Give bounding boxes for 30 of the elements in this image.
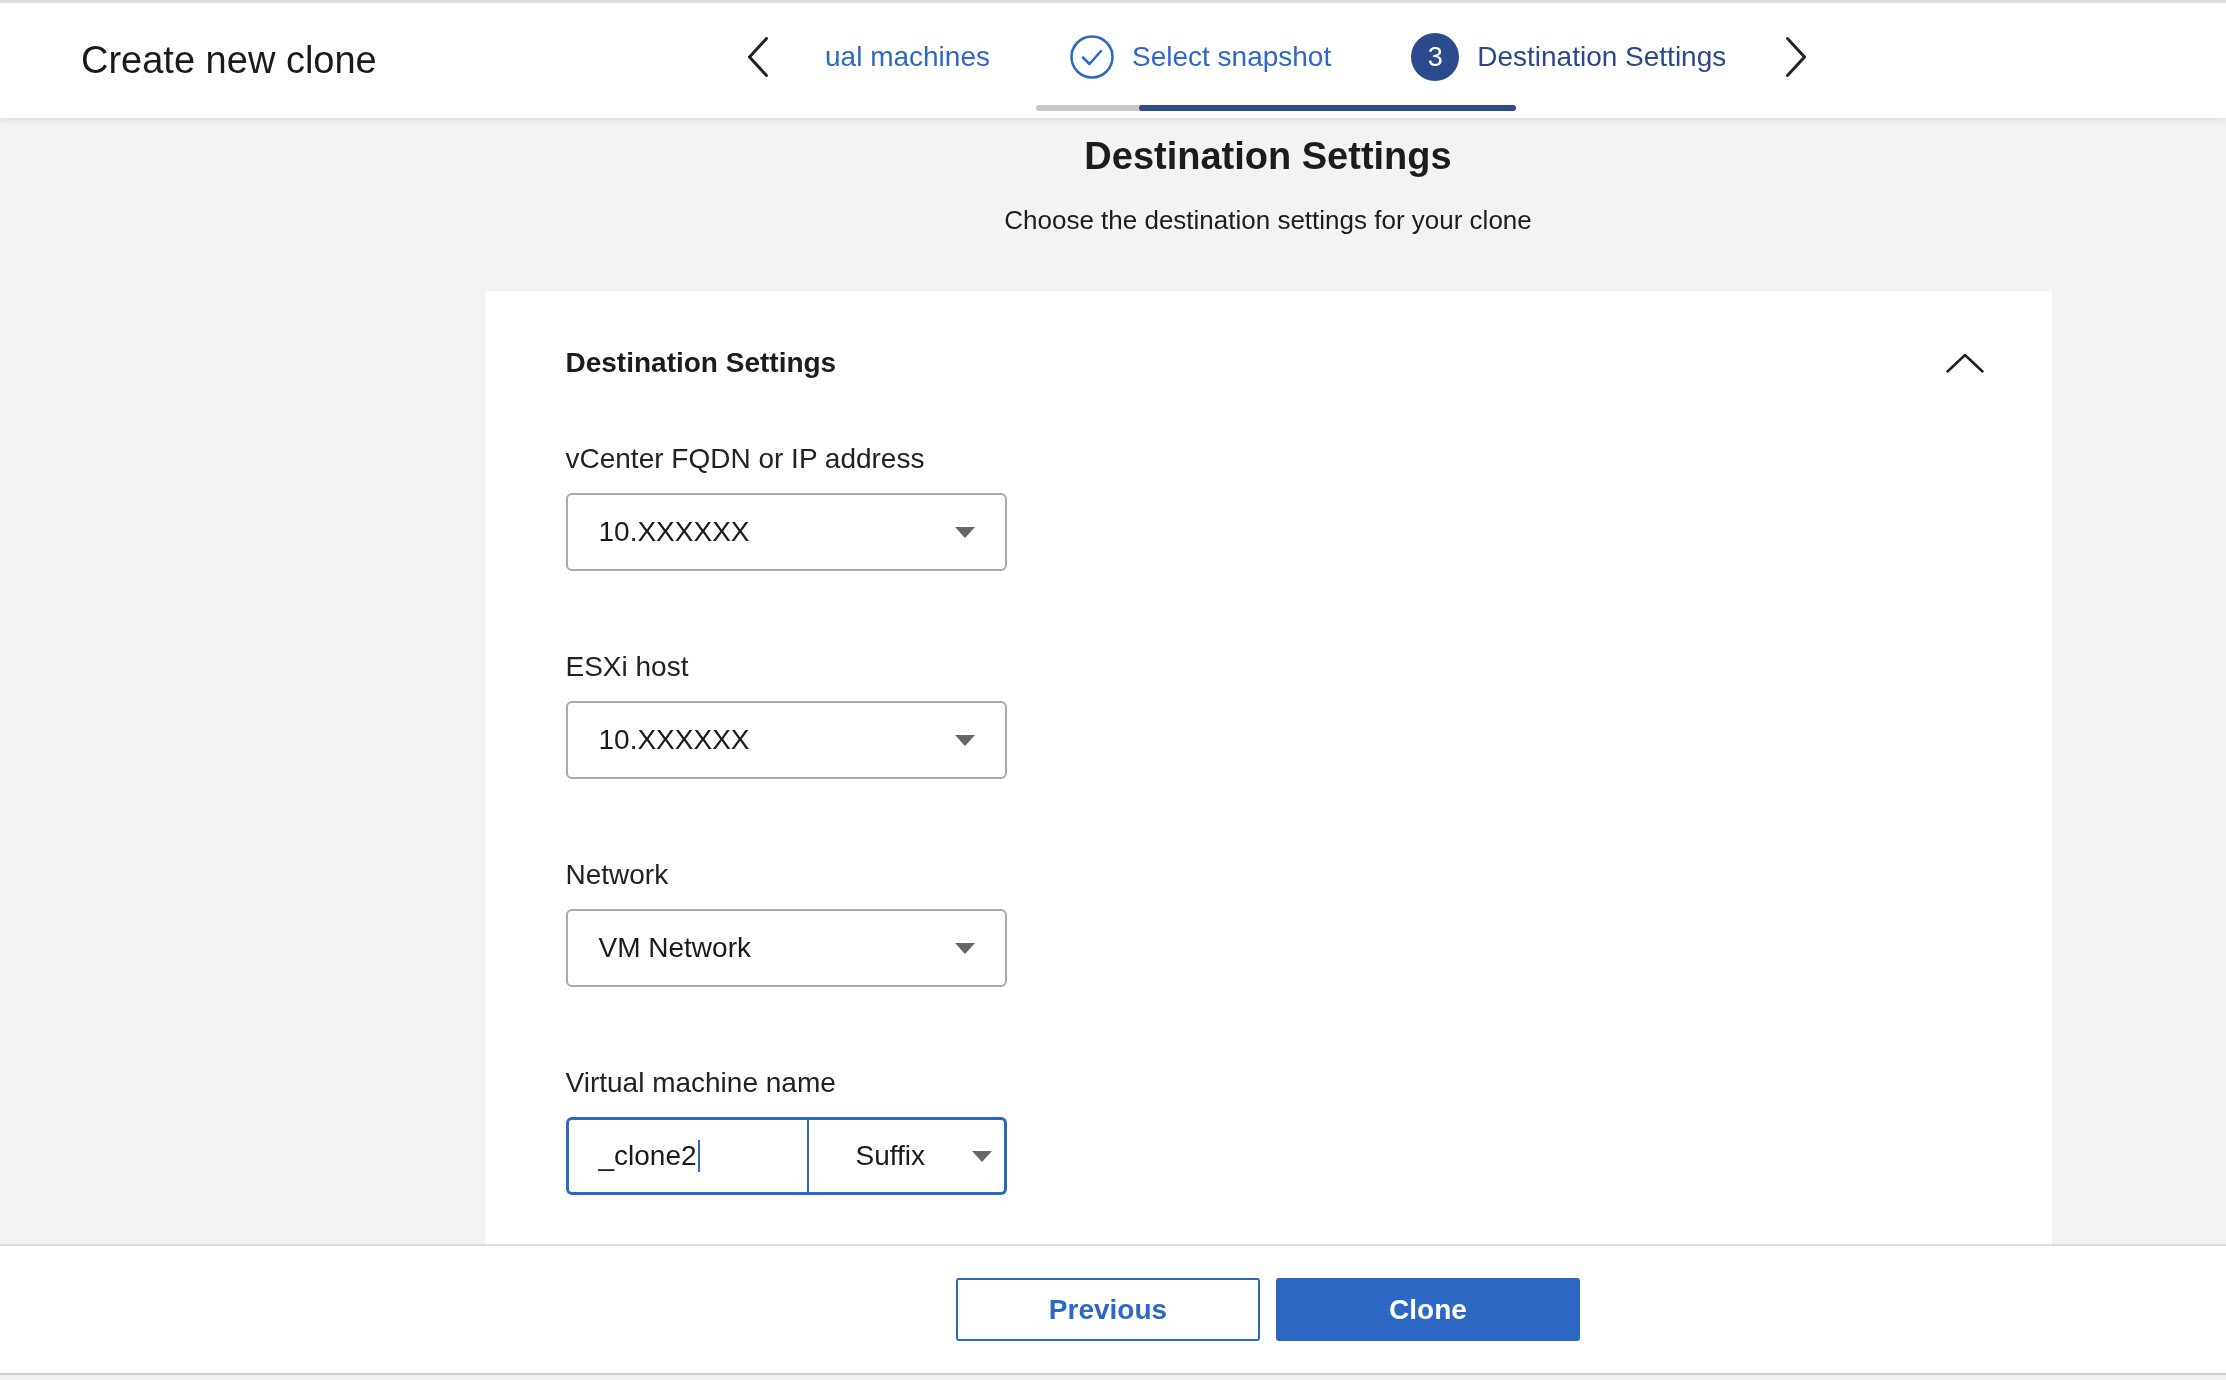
name-input[interactable]: _clone2 (565, 1117, 809, 1195)
text-cursor-icon (697, 1140, 700, 1172)
caret-icon (971, 1150, 992, 1162)
page-title: Destination Settings (1084, 134, 1452, 179)
chevron-left-icon[interactable] (748, 37, 768, 77)
scrollbar-thumb[interactable] (1139, 105, 1516, 111)
caret-icon (954, 526, 975, 538)
field-label: Network (565, 858, 669, 892)
wizard-step[interactable]: ual machines (825, 41, 990, 73)
dropdown-field[interactable]: 10.XXXXXX (565, 701, 1007, 779)
field-label: Virtual machine name (565, 1066, 836, 1100)
dropdown-field[interactable]: 10.XXXXXX (565, 493, 1007, 571)
stepper-scrollbar[interactable] (1036, 105, 1516, 111)
dropdown-field[interactable]: VM Network (565, 909, 1007, 987)
section-title: Destination Settings (565, 347, 837, 379)
check-circle-icon (1070, 35, 1114, 79)
page-subtitle: Choose the destination settings for your clone (1004, 204, 1532, 236)
wizard-step[interactable]: 3 Destination Settings (1411, 33, 1727, 81)
chevron-right-icon[interactable] (1786, 37, 1807, 77)
suffix-dropdown[interactable]: Suffix (808, 1117, 1007, 1195)
dialog-title: Create new clone (81, 39, 377, 82)
chevron-up-icon[interactable] (1945, 353, 1984, 373)
caret-icon (954, 734, 975, 746)
field-label: vCenter FQDN or IP address (565, 442, 925, 476)
step-number-badge: 3 (1411, 33, 1460, 81)
wizard-step[interactable]: Select snapshot (1070, 35, 1332, 79)
previous-button[interactable]: Previous (956, 1278, 1260, 1341)
clone-button[interactable]: Clone (1276, 1278, 1580, 1341)
caret-icon (954, 942, 975, 954)
field-label: ESXi host (565, 650, 689, 684)
